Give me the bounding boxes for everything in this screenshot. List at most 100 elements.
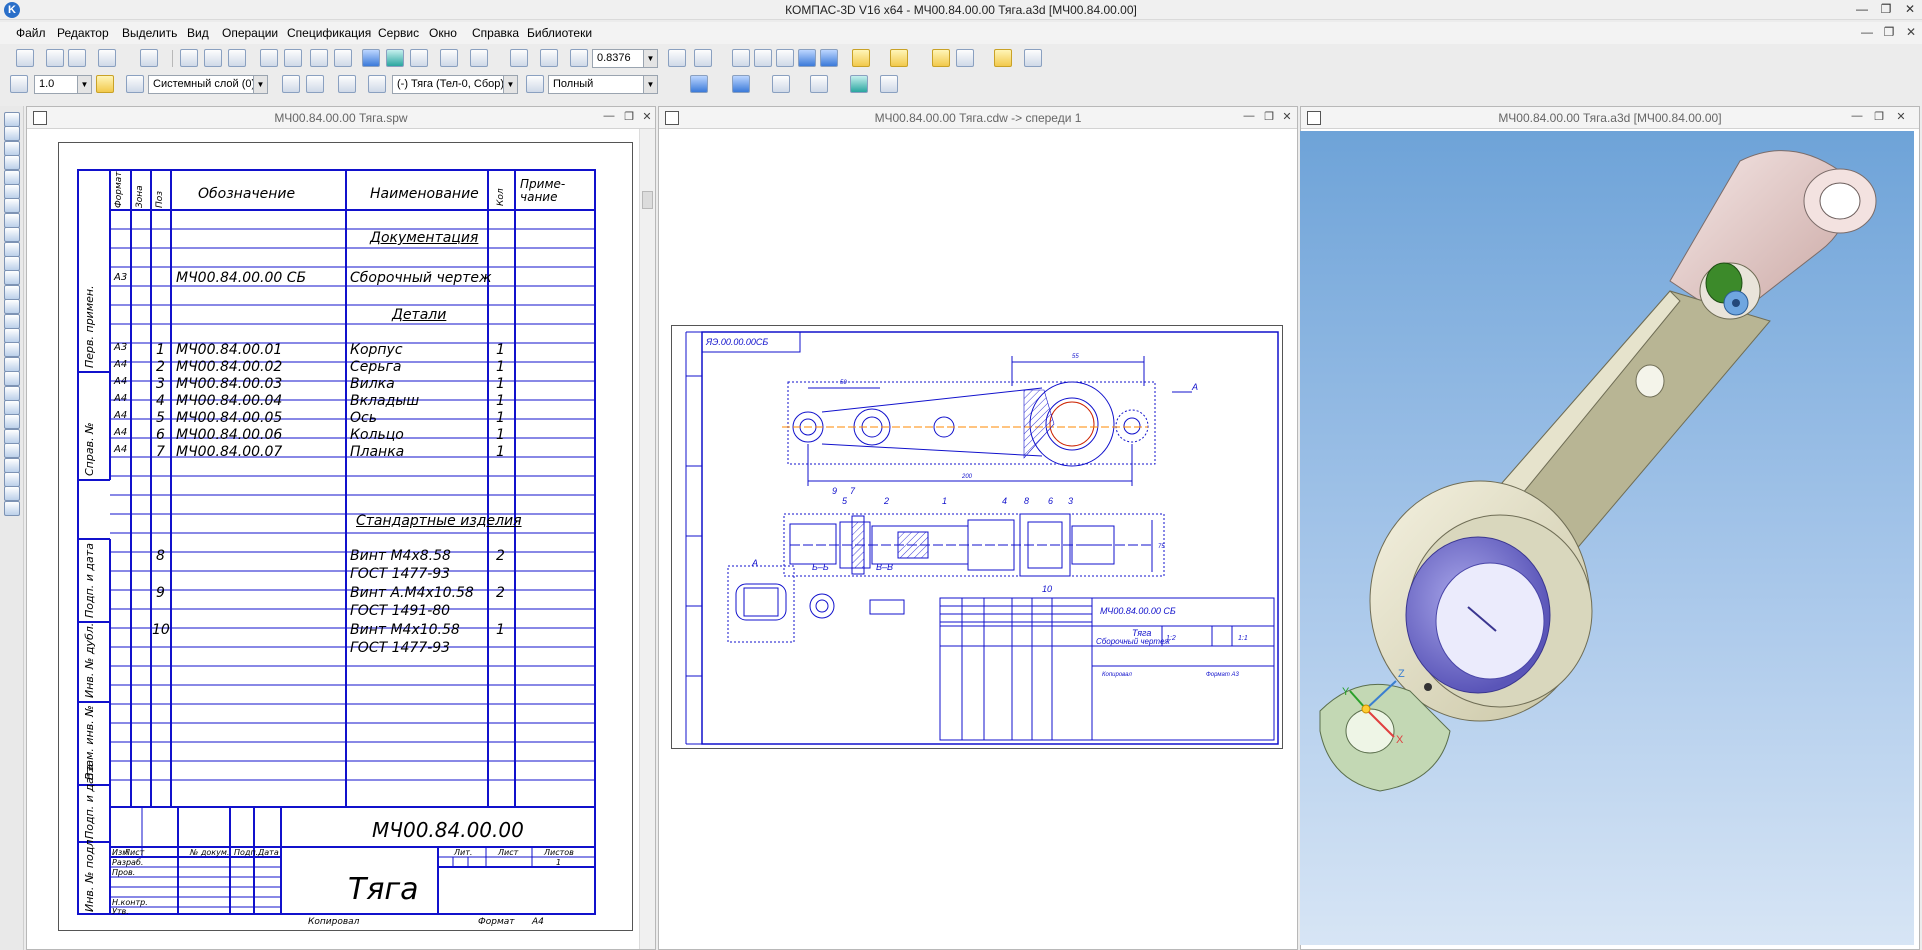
compact-tool-icon[interactable] <box>4 486 20 502</box>
save-icon[interactable] <box>68 49 86 67</box>
menu-specification[interactable]: Спецификация <box>287 26 371 40</box>
halftone-icon[interactable] <box>798 49 816 67</box>
paste-icon[interactable] <box>228 49 246 67</box>
compact-tool-icon[interactable] <box>4 385 20 401</box>
zoom-window-icon[interactable] <box>540 49 558 67</box>
compact-tool-icon[interactable] <box>4 500 20 516</box>
parameterize-icon[interactable] <box>338 75 356 93</box>
object-combo[interactable]: (-) Тяга (Тел-0, Сбор) ▼ <box>392 75 518 94</box>
compact-tool-icon[interactable] <box>4 284 20 300</box>
compact-tool-icon[interactable] <box>4 328 20 343</box>
help-pointer-icon[interactable] <box>470 49 488 67</box>
constraints-icon[interactable] <box>994 49 1012 67</box>
drawing-close-button[interactable]: ✕ <box>1279 110 1295 124</box>
menu-view[interactable]: Вид <box>187 26 209 40</box>
spec-minimize-button[interactable]: — <box>601 110 617 124</box>
manager-icon[interactable] <box>362 49 380 67</box>
perspective-icon[interactable] <box>732 75 750 93</box>
compact-tool-icon[interactable] <box>4 270 20 286</box>
halftone-edges-icon[interactable] <box>820 49 838 67</box>
compact-tool-icon[interactable] <box>4 112 20 127</box>
component-options-icon[interactable] <box>956 49 974 67</box>
compact-tool-icon[interactable] <box>4 155 20 171</box>
model-minimize-button[interactable]: — <box>1849 110 1865 124</box>
compact-tool-icon[interactable] <box>4 443 20 459</box>
doc-close-button[interactable]: ✕ <box>1902 25 1920 41</box>
hidden-lines-icon[interactable] <box>754 49 772 67</box>
compact-tool-icon[interactable] <box>4 198 20 214</box>
properties-icon[interactable] <box>284 49 302 67</box>
cut-icon[interactable] <box>180 49 198 67</box>
compact-tool-icon[interactable] <box>4 428 20 444</box>
filter-select-icon[interactable] <box>852 49 870 67</box>
menu-service[interactable]: Сервис <box>378 26 419 40</box>
compact-tool-icon[interactable] <box>4 126 20 142</box>
local-cs-icon[interactable] <box>282 75 300 93</box>
compact-tool-icon[interactable] <box>4 457 20 473</box>
spec-restore-button[interactable]: ❐ <box>621 110 637 124</box>
menu-file[interactable]: Файл <box>16 26 46 40</box>
rotate-icon[interactable] <box>668 49 686 67</box>
component-icon[interactable] <box>932 49 950 67</box>
wireframe-icon[interactable] <box>732 49 750 67</box>
model-close-button[interactable]: ✕ <box>1893 110 1909 124</box>
new-document-icon[interactable] <box>16 49 34 67</box>
compact-tool-icon[interactable] <box>4 241 20 257</box>
doc-minimize-button[interactable]: — <box>1858 25 1876 41</box>
compact-tool-icon[interactable] <box>4 414 20 430</box>
compact-tool-icon[interactable] <box>4 400 20 415</box>
compact-tool-icon[interactable] <box>4 472 20 487</box>
compact-tool-icon[interactable] <box>4 140 20 156</box>
menu-editor[interactable]: Редактор <box>57 26 109 40</box>
zoom-icon[interactable] <box>570 49 588 67</box>
menu-select[interactable]: Выделить <box>122 26 177 40</box>
menu-operations[interactable]: Операции <box>222 26 278 40</box>
compact-tool-icon[interactable] <box>4 342 20 358</box>
close-window-button[interactable]: ✕ <box>1900 2 1920 18</box>
spec-close-button[interactable]: ✕ <box>639 110 655 124</box>
grid-snap-icon[interactable] <box>96 75 114 93</box>
compact-tool-icon[interactable] <box>4 371 20 387</box>
maximize-window-button[interactable]: ❐ <box>1876 2 1896 18</box>
filter-objects-icon[interactable] <box>890 49 908 67</box>
preview-icon[interactable] <box>140 49 158 67</box>
orthogonal-icon[interactable] <box>306 75 324 93</box>
zoom-scale-combo[interactable]: 0.8376 ▼ <box>592 49 658 68</box>
library-manager-icon[interactable] <box>386 49 404 67</box>
thin-hidden-icon[interactable] <box>776 49 794 67</box>
text-style-icon[interactable] <box>880 75 898 93</box>
section-icon[interactable] <box>810 75 828 93</box>
drawing-minimize-button[interactable]: — <box>1241 110 1257 124</box>
doc-restore-button[interactable]: ❐ <box>1880 25 1898 41</box>
step-combo[interactable]: 1.0 ▼ <box>34 75 92 94</box>
copy-icon[interactable] <box>204 49 222 67</box>
compact-tool-icon[interactable] <box>4 356 20 372</box>
tree-icon[interactable] <box>1024 49 1042 67</box>
compact-tool-icon[interactable] <box>4 256 20 271</box>
minimize-window-button[interactable]: — <box>1852 2 1872 18</box>
orientation-icon[interactable] <box>694 49 712 67</box>
compact-tool-icon[interactable] <box>4 184 20 199</box>
menu-window[interactable]: Окно <box>429 26 457 40</box>
layer-icon[interactable] <box>126 75 144 93</box>
compact-tool-icon[interactable] <box>4 299 20 315</box>
undo-icon[interactable] <box>310 49 328 67</box>
menu-help[interactable]: Справка <box>472 26 519 40</box>
compact-tool-icon[interactable] <box>4 169 20 185</box>
3d-viewport[interactable]: Z Y X <box>1300 131 1914 945</box>
model-restore-button[interactable]: ❐ <box>1871 110 1887 124</box>
cursor-step-icon[interactable] <box>10 75 28 93</box>
bom-icon[interactable] <box>850 75 868 93</box>
open-folder-icon[interactable] <box>46 49 64 67</box>
model-color-icon[interactable] <box>690 75 708 93</box>
measure-icon[interactable] <box>440 49 458 67</box>
menu-libraries[interactable]: Библиотеки <box>527 26 592 40</box>
zoom-in-icon[interactable] <box>510 49 528 67</box>
spec-scrollbar[interactable] <box>639 129 655 949</box>
compact-tool-icon[interactable] <box>4 313 20 329</box>
compact-tool-icon[interactable] <box>4 227 20 243</box>
compact-tool-icon[interactable] <box>4 212 20 228</box>
layer-combo[interactable]: Системный слой (0) ▼ <box>148 75 268 94</box>
render-mode-combo[interactable]: Полный ▼ <box>548 75 658 94</box>
display-mode-icon[interactable] <box>526 75 544 93</box>
